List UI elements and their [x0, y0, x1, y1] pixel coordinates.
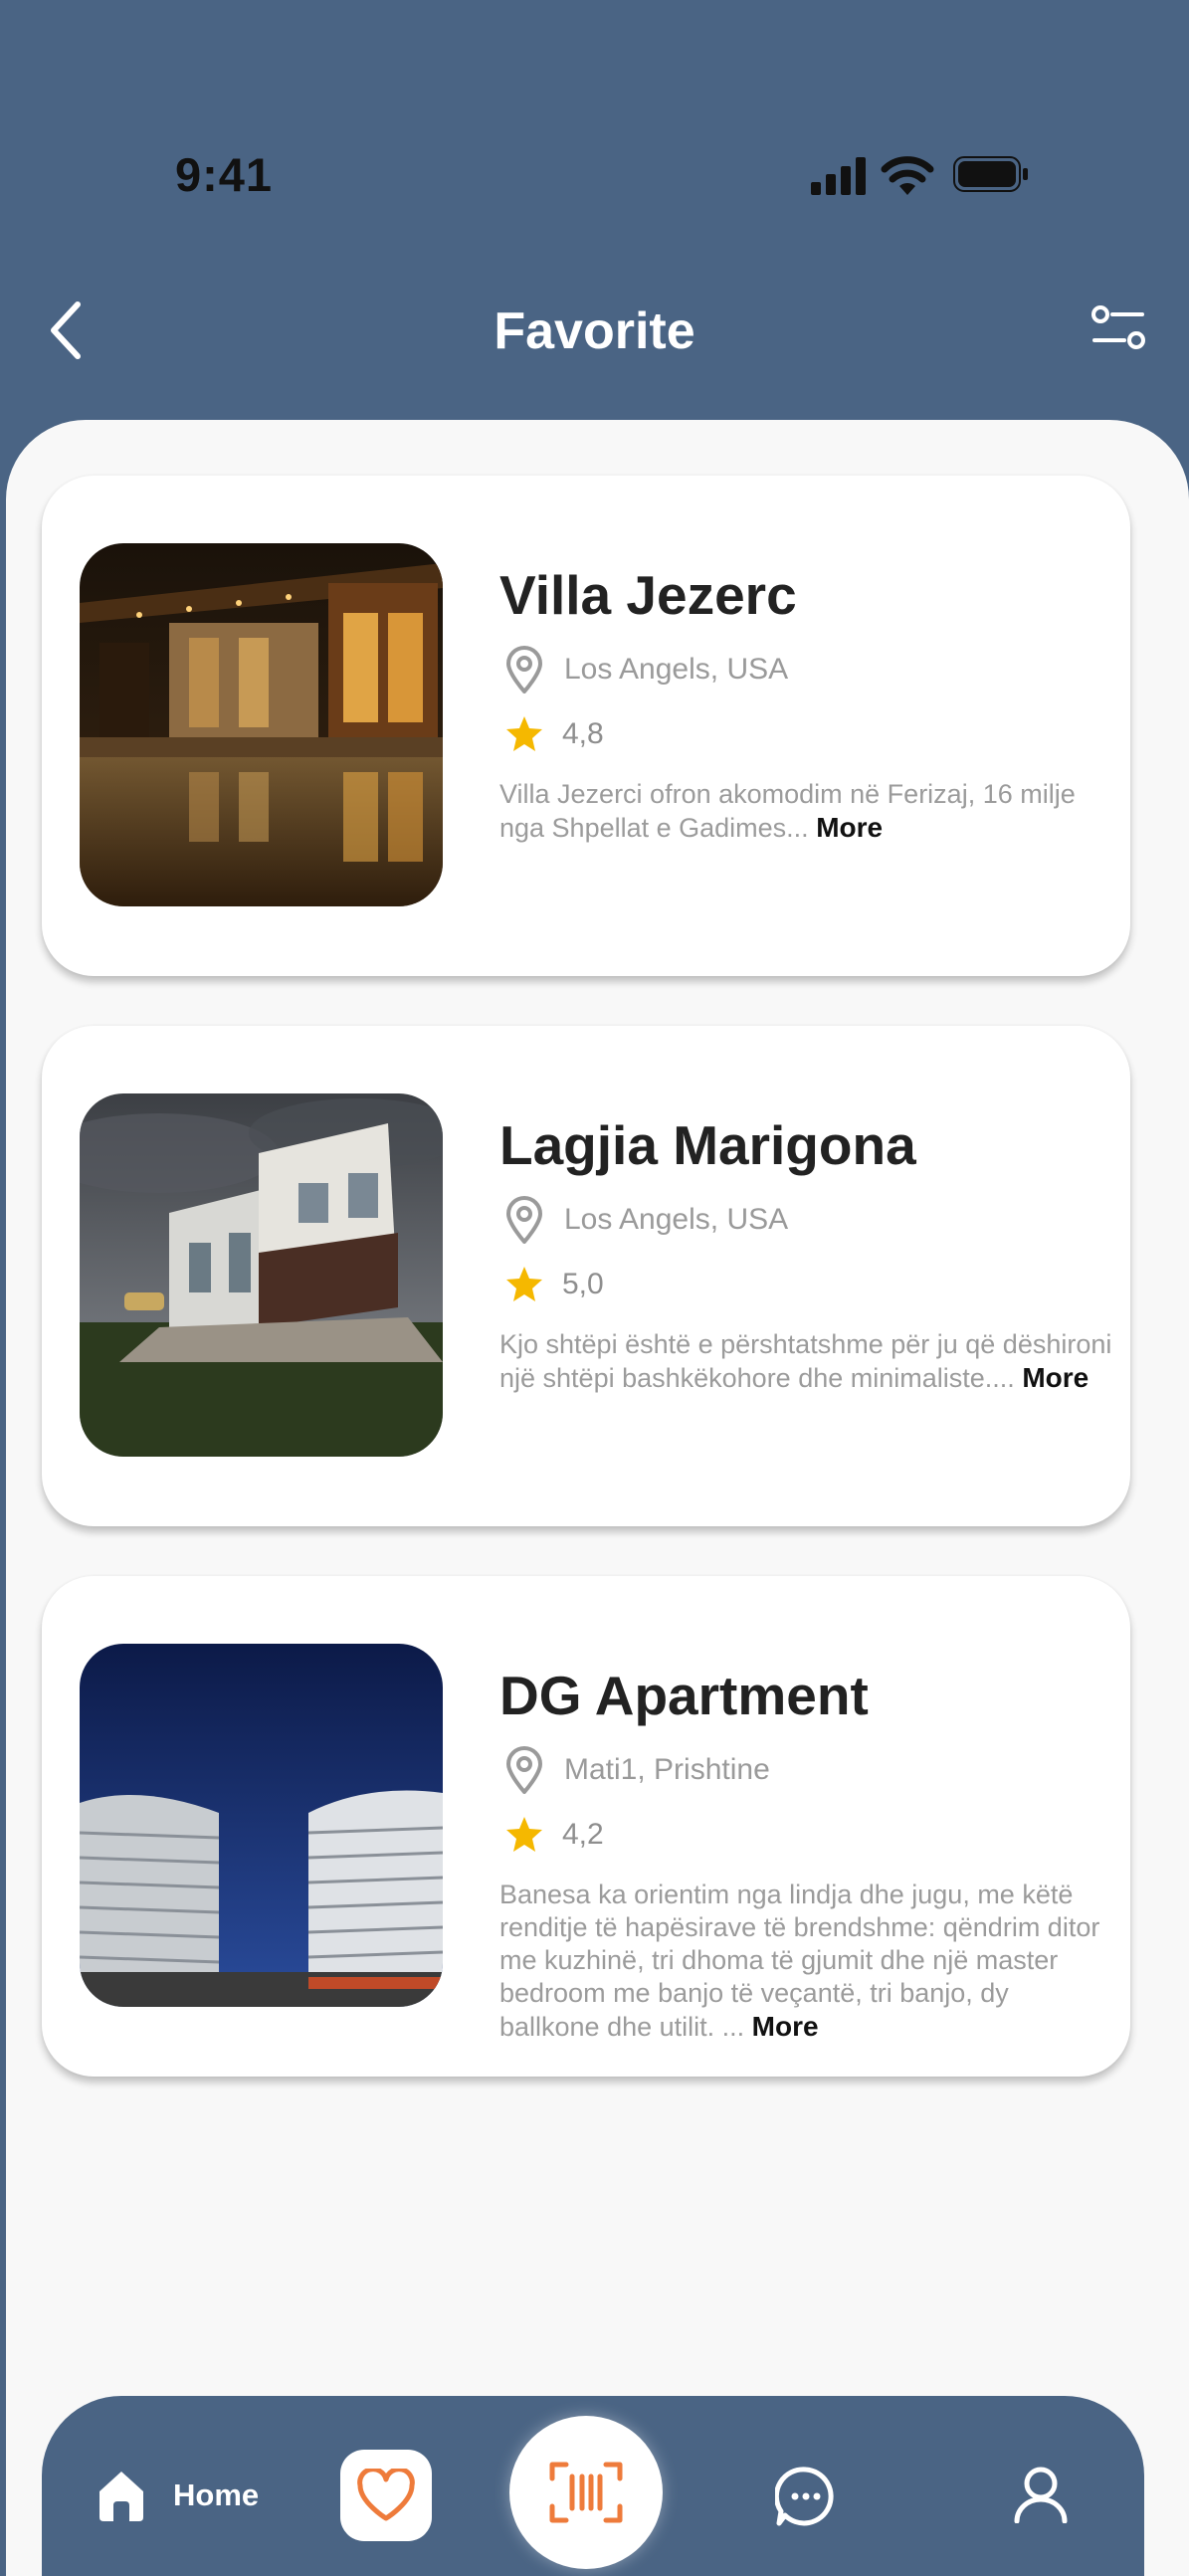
property-rating: 4,8	[562, 717, 604, 750]
property-description: Villa Jezerci ofron akomodim në Ferizaj,…	[499, 778, 1110, 845]
property-location: Los Angels, USA	[564, 1203, 789, 1236]
location-pin-icon	[506, 1196, 542, 1244]
signal-icon	[811, 157, 866, 195]
profile-icon[interactable]	[1013, 2466, 1069, 2523]
more-link[interactable]: More	[1022, 1362, 1089, 1393]
property-image	[80, 1093, 443, 1457]
star-icon	[506, 1267, 542, 1301]
description-line: një shtëpi bashkëkohore dhe minimaliste.…	[499, 1363, 1015, 1393]
property-description: Kjo shtëpi është e përshtatshme për ju q…	[499, 1328, 1130, 1395]
description-line: Kjo shtëpi është e përshtatshme për ju q…	[499, 1329, 1112, 1359]
battery-icon	[953, 156, 1028, 192]
property-location: Los Angels, USA	[564, 653, 789, 686]
property-name: Villa Jezerc	[499, 564, 797, 626]
property-description: Banesa ka orientim nga lindja dhe jugu, …	[499, 1879, 1110, 2044]
nav-home-label: Home	[173, 2477, 260, 2512]
property-card-lagjia-marigona[interactable]: Lagjia Marigona Los Angels, USA 5,0 Kjo …	[42, 1026, 1130, 1526]
nav-scan[interactable]	[509, 2416, 663, 2569]
property-rating: 5,0	[562, 1268, 604, 1300]
property-location: Mati1, Prishtine	[564, 1753, 770, 1786]
bottom-nav: Home	[42, 2396, 1144, 2576]
location-pin-icon	[506, 646, 542, 694]
nav-home[interactable]: Home	[94, 2468, 259, 2523]
property-card-villa-jezerc[interactable]: Villa Jezerc Los Angels, USA 4,8 Villa J…	[42, 476, 1130, 976]
nav-favorites[interactable]	[340, 2450, 432, 2541]
star-icon	[506, 1817, 542, 1852]
property-image	[80, 543, 443, 906]
description-text: Villa Jezerci ofron akomodim në Ferizaj,…	[499, 779, 1076, 843]
heart-icon	[357, 2469, 415, 2521]
status-time: 9:41	[175, 148, 274, 201]
status-bar: 9:41	[0, 0, 1189, 259]
property-rating: 4,2	[562, 1818, 604, 1851]
more-link[interactable]: More	[752, 2011, 819, 2042]
page-title: Favorite	[494, 302, 695, 360]
property-name: Lagjia Marigona	[499, 1114, 916, 1176]
home-icon	[99, 2472, 143, 2521]
filter-icon[interactable]	[1090, 304, 1146, 350]
star-icon	[506, 716, 542, 751]
barcode-scan-icon	[549, 2462, 623, 2523]
property-name: DG Apartment	[499, 1665, 869, 1726]
property-card-dg-apartment[interactable]: DG Apartment Mati1, Prishtine 4,2 Banesa…	[42, 1576, 1130, 2077]
location-pin-icon	[506, 1746, 542, 1794]
more-link[interactable]: More	[816, 812, 883, 843]
wifi-icon	[881, 156, 934, 195]
property-image	[80, 1644, 443, 2007]
chat-icon[interactable]	[775, 2466, 837, 2527]
